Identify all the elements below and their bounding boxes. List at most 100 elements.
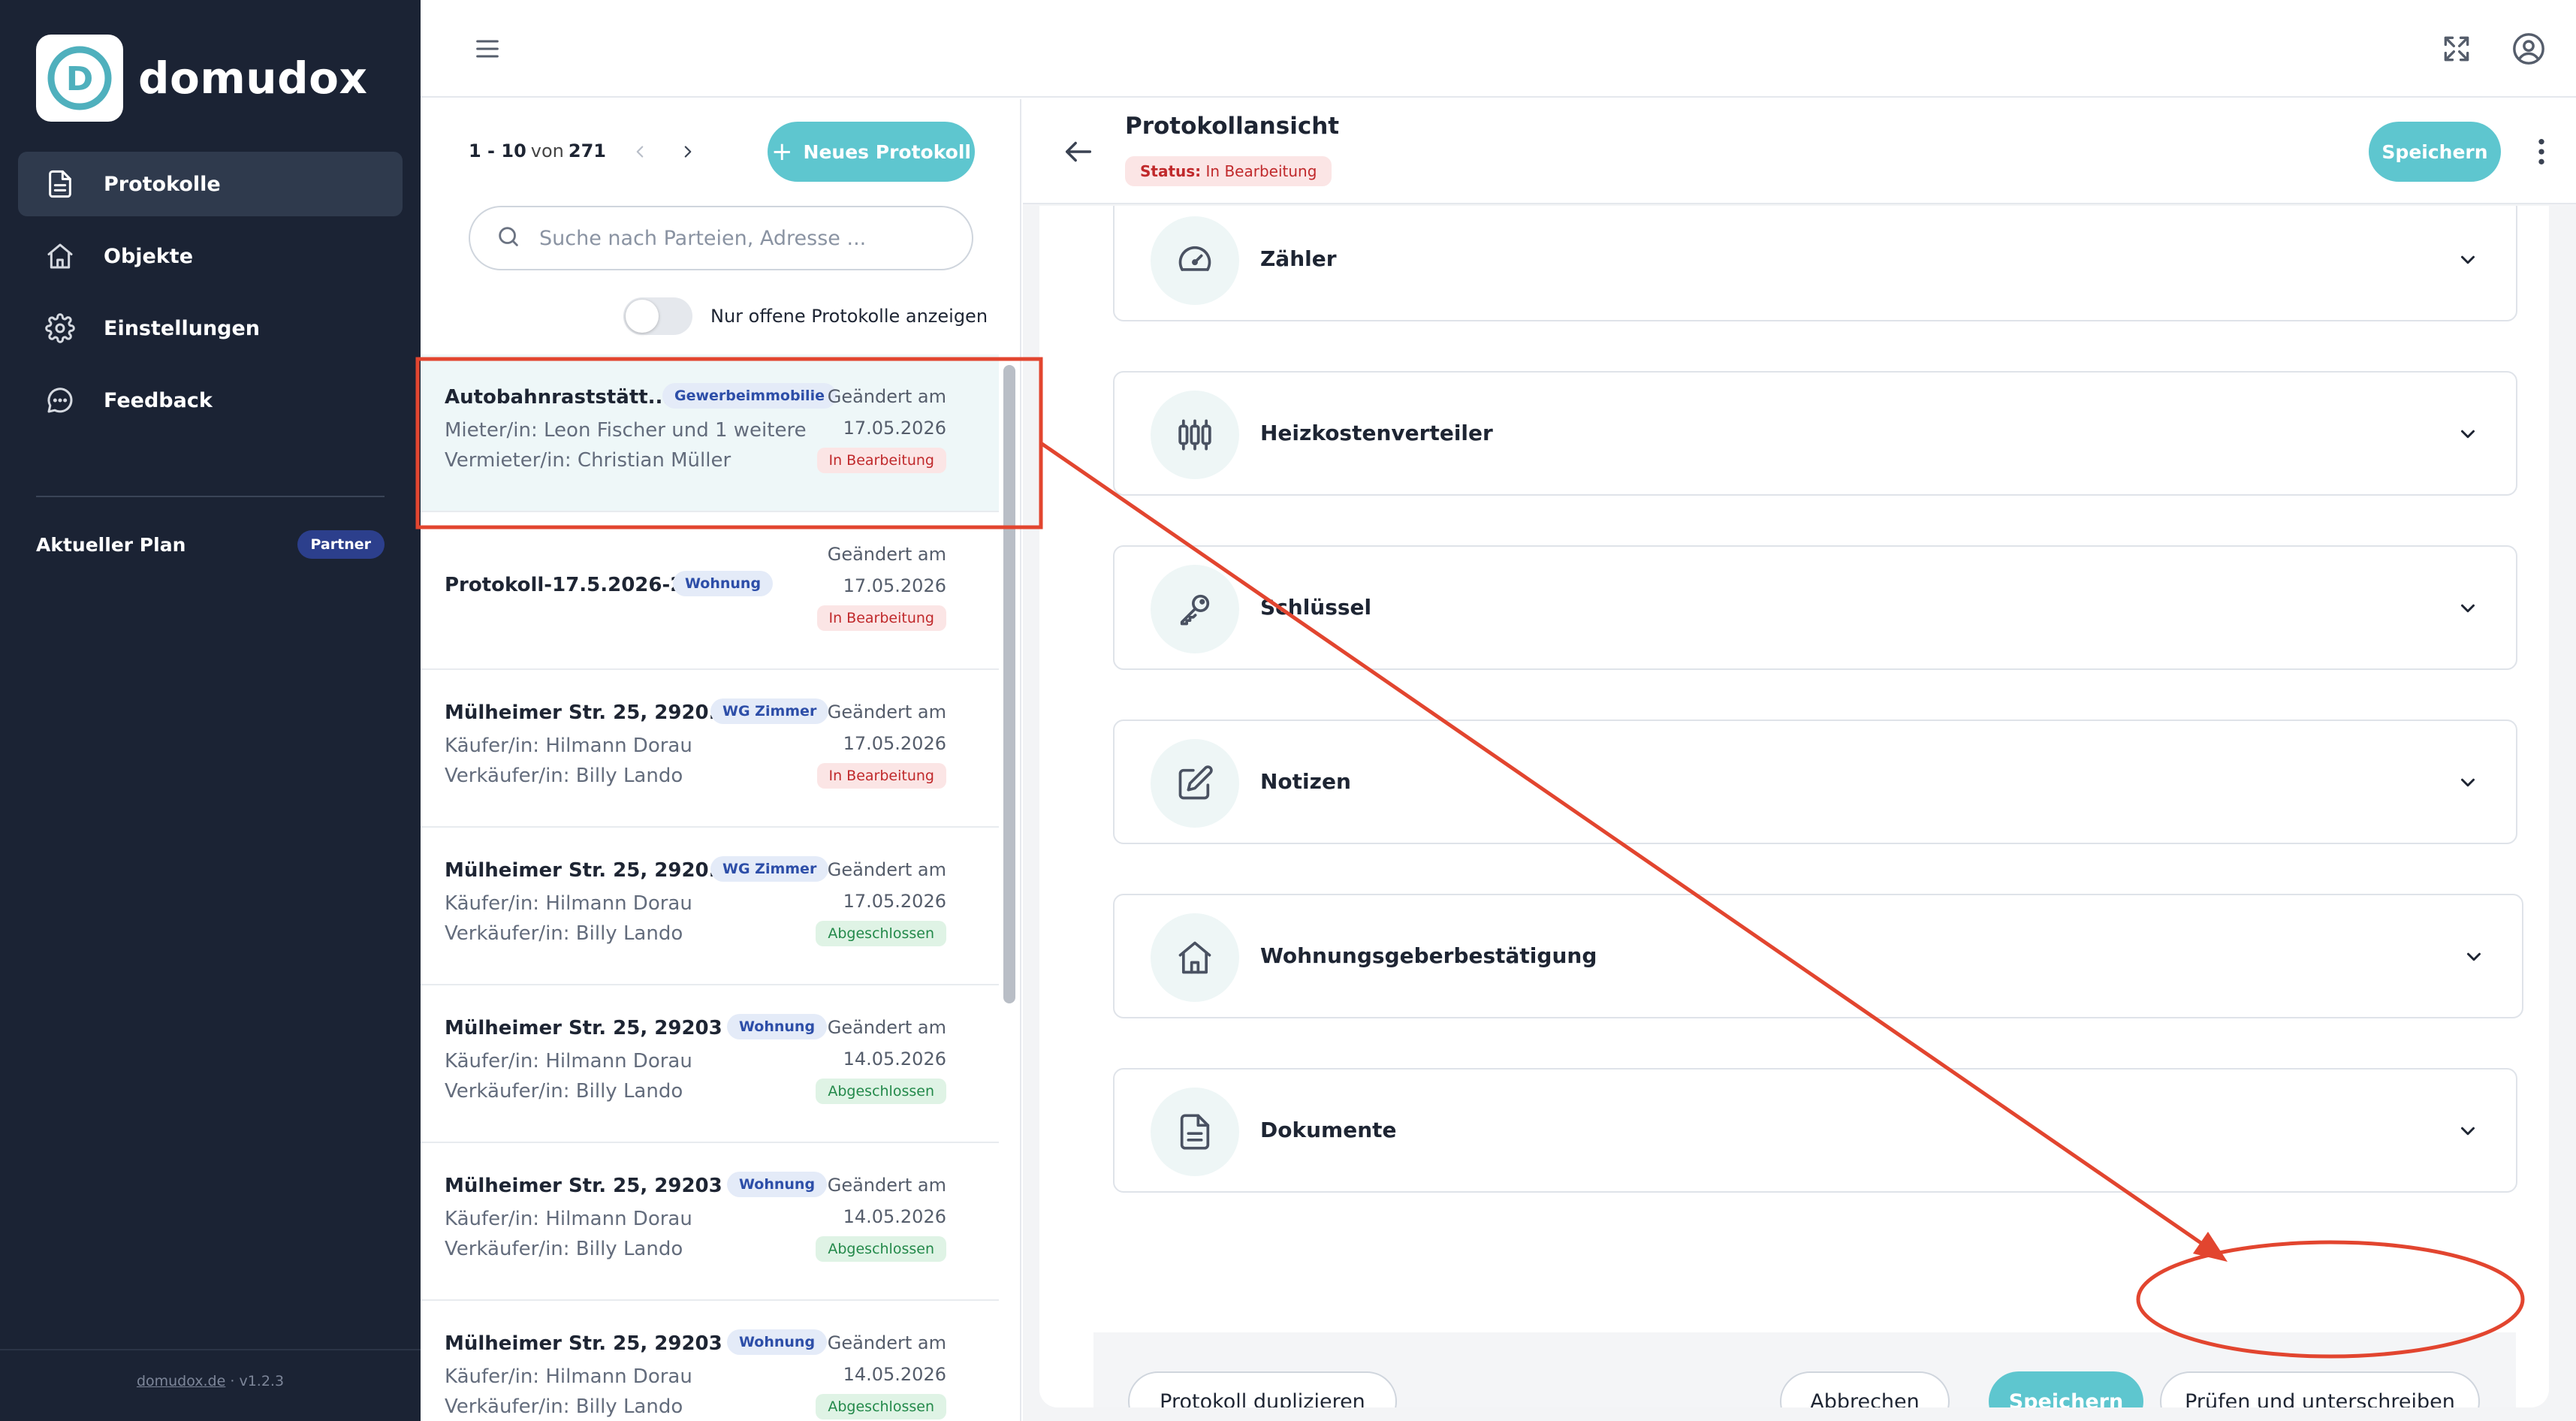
status-badge: Abgeschlossen	[816, 1079, 946, 1104]
property-type-badge: Wohnung	[727, 1014, 828, 1039]
changed-date: 14.05.2026	[843, 1364, 946, 1385]
search-field[interactable]	[469, 206, 973, 270]
list-item[interactable]: Mülheimer Str. 25, 2920... WG Zimmer Käu…	[421, 670, 999, 828]
next-page-icon[interactable]	[673, 137, 703, 167]
action-bar: Protokoll duplizieren Abbrechen Speicher…	[1093, 1332, 2516, 1407]
status-badge: Abgeschlossen	[816, 921, 946, 946]
list-item[interactable]: Protokoll-17.5.2026-2 Wohnung Geändert a…	[421, 512, 999, 670]
section-label: Schlüssel	[1260, 595, 1372, 620]
section-schluessel[interactable]: Schlüssel	[1113, 545, 2517, 670]
item-party-line: Verkäufer/in: Billy Lando	[445, 1395, 683, 1418]
section-heizkostenverteiler[interactable]: Heizkostenverteiler	[1113, 371, 2517, 496]
changed-date: 17.05.2026	[843, 418, 946, 439]
section-notizen[interactable]: Notizen	[1113, 720, 2517, 844]
heating-meter-icon	[1151, 391, 1239, 479]
pagination-of: von	[530, 140, 564, 161]
status-badge: In Bearbeitung	[816, 448, 946, 473]
edit-note-icon	[1151, 739, 1239, 828]
changed-label: Geändert am	[827, 1332, 946, 1353]
changed-label: Geändert am	[827, 701, 946, 723]
property-type-badge: Wohnung	[727, 1329, 828, 1355]
section-label: Wohnungsgeberbestätigung	[1260, 943, 1597, 968]
list-item[interactable]: Mülheimer Str. 25, 2920... WG Zimmer Käu…	[421, 828, 999, 985]
page-title: Protokollansicht	[1125, 113, 1340, 140]
item-party-line: Verkäufer/in: Billy Lando	[445, 922, 683, 945]
new-protocol-button[interactable]: + Neues Protokoll	[768, 122, 975, 182]
review-and-sign-button[interactable]: Prüfen und unterschreiben	[2160, 1371, 2480, 1407]
property-type-badge: Gewerbeimmobilie	[662, 383, 837, 409]
website-link[interactable]: domudox.de	[137, 1373, 225, 1389]
list-scrollbar[interactable]	[1002, 365, 1017, 1421]
open-only-toggle[interactable]	[623, 297, 692, 335]
sidebar-footer: domudox.de · v1.2.3	[0, 1373, 421, 1389]
status-badge: In Bearbeitung	[816, 605, 946, 631]
item-party-line: Käufer/in: Hilmann Dorau	[445, 1208, 692, 1230]
sidebar-item-einstellungen[interactable]: Einstellungen	[18, 296, 403, 361]
save-button[interactable]: Speichern	[1989, 1371, 2143, 1407]
item-title: Mülheimer Str. 25, 29203 ...	[445, 1017, 752, 1039]
status-badge: Abgeschlossen	[816, 1236, 946, 1262]
item-party-line: Verkäufer/in: Billy Lando	[445, 1238, 683, 1260]
user-account-icon[interactable]	[2510, 30, 2547, 68]
section-wohnungsgeberbestaetigung[interactable]: Wohnungsgeberbestätigung	[1113, 894, 2523, 1018]
property-type-badge: WG Zimmer	[710, 856, 829, 882]
item-party-line: Käufer/in: Hilmann Dorau	[445, 735, 692, 757]
chevron-down-icon	[2453, 768, 2483, 798]
item-title: Mülheimer Str. 25, 29203 ...	[445, 1332, 752, 1355]
chevron-down-icon	[2453, 1116, 2483, 1146]
scrollbar-thumb[interactable]	[1003, 365, 1015, 1003]
key-icon	[1151, 565, 1239, 653]
section-label: Zähler	[1260, 246, 1337, 271]
protocol-list-panel: 1 - 10 von 271 + Neues Protokoll Nur off…	[421, 99, 1021, 1421]
sidebar-item-objekte[interactable]: Objekte	[18, 224, 403, 288]
search-input[interactable]	[539, 226, 960, 250]
changed-date: 17.05.2026	[843, 733, 946, 754]
protocol-detail-panel: Protokollansicht Status: In Bearbeitung …	[1023, 99, 2576, 1421]
cancel-button[interactable]: Abbrechen	[1780, 1371, 1950, 1407]
save-button-top[interactable]: Speichern	[2369, 122, 2501, 182]
svg-text:D: D	[66, 60, 94, 98]
chevron-down-icon	[2453, 419, 2483, 449]
detail-header: Protokollansicht Status: In Bearbeitung …	[1023, 99, 2576, 204]
pagination-label: 1 - 10 von 271	[469, 140, 606, 161]
prev-page-icon[interactable]	[625, 137, 655, 167]
logo-icon: D	[36, 35, 123, 122]
pagination-range: 1 - 10	[469, 140, 526, 161]
section-zaehler[interactable]: Zähler	[1113, 206, 2517, 321]
list-item[interactable]: Autobahnraststätt... Gewerbeimmobilie Mi…	[421, 354, 999, 512]
gauge-icon	[1151, 216, 1239, 305]
menu-icon[interactable]	[470, 32, 505, 66]
logo[interactable]: D domudox	[36, 35, 367, 122]
section-label: Heizkostenverteiler	[1260, 421, 1493, 445]
more-options-icon[interactable]	[2526, 132, 2556, 171]
chat-icon	[42, 382, 78, 418]
toggle-knob	[626, 300, 659, 333]
sidebar: D domudox Protokolle Objekte Einstellung…	[0, 0, 421, 1421]
list-item[interactable]: Mülheimer Str. 25, 29203 ... Wohnung Käu…	[421, 1143, 999, 1301]
sidebar-item-protokolle[interactable]: Protokolle	[18, 152, 403, 216]
list-item[interactable]: Mülheimer Str. 25, 29203 ... Wohnung Käu…	[421, 1301, 999, 1421]
sidebar-item-label: Einstellungen	[104, 316, 261, 340]
changed-label: Geändert am	[827, 859, 946, 880]
sidebar-item-label: Protokolle	[104, 172, 221, 196]
toggle-label: Nur offene Protokolle anzeigen	[710, 306, 988, 327]
footer-separator: ·	[230, 1373, 235, 1389]
open-only-filter: Nur offene Protokolle anzeigen	[623, 297, 988, 335]
item-party-line: Käufer/in: Hilmann Dorau	[445, 892, 692, 915]
duplicate-protocol-button[interactable]: Protokoll duplizieren	[1128, 1371, 1397, 1407]
home-icon	[1151, 913, 1239, 1002]
property-type-badge: Wohnung	[673, 571, 774, 596]
sidebar-item-feedback[interactable]: Feedback	[18, 368, 403, 433]
item-title: Mülheimer Str. 25, 2920...	[445, 859, 731, 882]
fullscreen-icon[interactable]	[2438, 30, 2475, 68]
section-dokumente[interactable]: Dokumente	[1113, 1068, 2517, 1193]
item-party-line: Vermieter/in: Christian Müller	[445, 449, 731, 472]
changed-label: Geändert am	[827, 1175, 946, 1196]
status-badge: In Bearbeitung	[816, 763, 946, 789]
document-icon	[1151, 1088, 1239, 1176]
chevron-down-icon	[2459, 942, 2489, 972]
list-item[interactable]: Mülheimer Str. 25, 29203 ... Wohnung Käu…	[421, 985, 999, 1143]
protocol-sections-card: Zähler Heizkostenverteiler Schlüssel Not…	[1039, 206, 2549, 1407]
back-arrow-icon[interactable]	[1057, 131, 1099, 173]
plan-badge: Partner	[297, 530, 385, 559]
